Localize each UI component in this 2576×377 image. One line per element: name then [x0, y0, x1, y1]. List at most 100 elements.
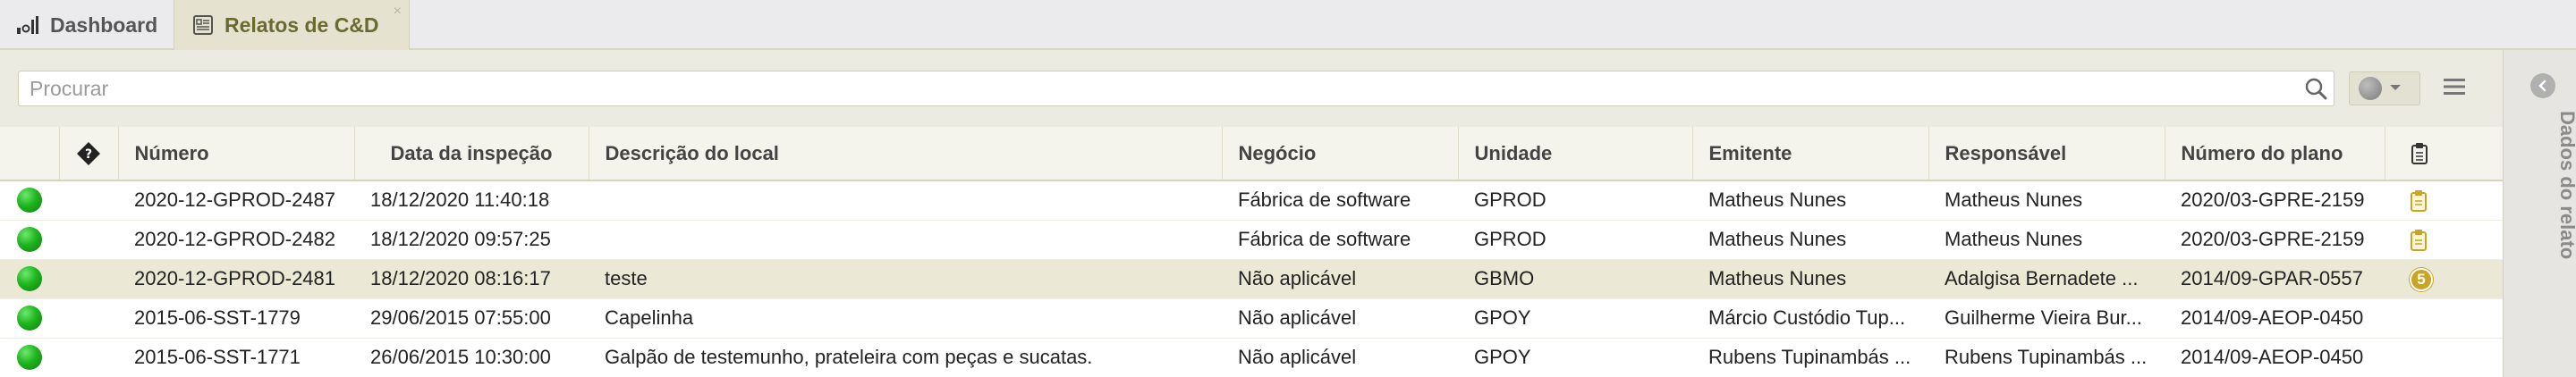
plan-cell[interactable] — [2385, 180, 2503, 221]
cell-data: 29/06/2015 07:55:00 — [354, 298, 589, 339]
report-icon — [192, 14, 214, 36]
status-cell — [0, 338, 59, 377]
status-cell — [0, 180, 59, 221]
cell-numero: 2020-12-GPROD-2482 — [118, 220, 354, 260]
cell-negocio: Fábrica de software — [1222, 220, 1458, 260]
priority-cell — [59, 298, 118, 339]
cell-emitente: Matheus Nunes — [1692, 180, 1928, 221]
svg-text:?: ? — [85, 147, 92, 162]
cell-negocio: Não aplicável — [1222, 298, 1458, 339]
cell-responsavel: Guilherme Vieira Bur... — [1928, 298, 2165, 339]
cell-data: 18/12/2020 11:40:18 — [354, 180, 589, 221]
column-header-numero[interactable]: Número — [118, 127, 355, 181]
tab-dashboard[interactable]: Dashboard — [16, 0, 157, 50]
status-green-icon — [17, 227, 42, 253]
cell-descricao: Galpão de testemunho, prateleira com peç… — [589, 338, 1222, 377]
column-header-plano[interactable]: Número do plano — [2165, 127, 2385, 181]
cell-unidade: GPROD — [1458, 180, 1692, 221]
priority-diamond-icon: ? — [76, 140, 101, 165]
column-header-responsavel[interactable]: Responsável — [1928, 127, 2165, 181]
search-input[interactable] — [19, 71, 2298, 105]
cell-plano: 2020/03-GPRE-2159 — [2165, 220, 2385, 260]
status-cell — [0, 298, 59, 339]
cell-responsavel: Adalgisa Bernadete ... — [1928, 259, 2165, 299]
cell-negocio: Não aplicável — [1222, 259, 1458, 299]
side-panel-label: Dados do relato — [2556, 111, 2576, 260]
column-header-unidade[interactable]: Unidade — [1458, 127, 1693, 181]
cell-plano: 2014/09-GPAR-0557 — [2165, 259, 2385, 299]
table-body: 2020-12-GPROD-2487 18/12/2020 11:40:18 Fáb… — [0, 180, 2503, 377]
plan-cell[interactable] — [2385, 338, 2503, 377]
status-green-icon — [17, 306, 42, 331]
column-header-plans[interactable] — [2385, 127, 2503, 181]
reports-grid: ? Número Data da inspeção Descrição do l… — [0, 127, 2503, 377]
cell-responsavel: Matheus Nunes — [1928, 180, 2165, 221]
hamburger-icon — [2442, 76, 2467, 102]
chevron-left-icon[interactable] — [2530, 73, 2555, 98]
clipboard-icon[interactable] — [2410, 188, 2428, 212]
cell-descricao: Capelinha — [589, 298, 1222, 339]
cell-descricao — [589, 180, 1222, 221]
cell-negocio: Não aplicável — [1222, 338, 1458, 377]
column-header-descricao[interactable]: Descrição do local — [589, 127, 1223, 181]
status-green-icon — [17, 266, 42, 292]
cell-data: 18/12/2020 09:57:25 — [354, 220, 589, 260]
table-row[interactable]: 2020-12-GPROD-2482 18/12/2020 09:57:25 Fáb… — [0, 220, 2503, 260]
details-side-panel[interactable]: Dados do relato — [2503, 50, 2576, 377]
clipboard-icon[interactable] — [2410, 227, 2428, 251]
cell-emitente: Matheus Nunes — [1692, 220, 1928, 260]
cell-emitente: Márcio Custódio Tup... — [1692, 298, 1928, 339]
column-header-negocio[interactable]: Negócio — [1222, 127, 1459, 181]
priority-cell — [59, 259, 118, 299]
tab-bar: Dashboard Relatos de C&D × — [0, 0, 2576, 50]
cell-emitente: Rubens Tupinambás ... — [1692, 338, 1928, 377]
tab-relatos-label: Relatos de C&D — [225, 13, 379, 37]
plan-count-badge[interactable]: 5 — [2410, 268, 2433, 291]
tab-dashboard-label: Dashboard — [50, 13, 158, 37]
plan-cell[interactable]: 5 — [2385, 259, 2503, 299]
cell-responsavel: Rubens Tupinambás ... — [1928, 338, 2165, 377]
column-header-data[interactable]: Data da inspeção — [354, 127, 589, 181]
column-header-priority[interactable]: ? — [59, 127, 119, 181]
columns-menu-button[interactable] — [2435, 71, 2474, 105]
cell-descricao — [589, 220, 1222, 260]
table-row[interactable]: 2015-06-SST-1771 26/06/2015 10:30:00 Galpã… — [0, 338, 2503, 377]
priority-cell — [59, 338, 118, 377]
column-header-emitente[interactable]: Emitente — [1692, 127, 1929, 181]
main-panel: ? Número Data da inspeção Descrição do l… — [0, 50, 2503, 377]
cell-unidade: GPROD — [1458, 220, 1692, 260]
table-row[interactable]: 2020-12-GPROD-2481 18/12/2020 08:16:17 tes… — [0, 259, 2503, 299]
cell-unidade: GBMO — [1458, 259, 1692, 299]
cell-numero: 2020-12-GPROD-2481 — [118, 259, 354, 299]
cell-plano: 2014/09-AEOP-0450 — [2165, 338, 2385, 377]
tab-relatos[interactable]: Relatos de C&D × — [174, 0, 410, 50]
cell-unidade: GPOY — [1458, 298, 1692, 339]
priority-cell — [59, 180, 118, 221]
chevron-down-icon — [2389, 80, 2402, 96]
status-green-icon — [17, 188, 42, 214]
status-cell — [0, 220, 59, 260]
column-header-status[interactable] — [0, 127, 60, 181]
cell-negocio: Fábrica de software — [1222, 180, 1458, 221]
table-row[interactable]: 2015-06-SST-1779 29/06/2015 07:55:00 Capel… — [0, 298, 2503, 339]
table-row[interactable]: 2020-12-GPROD-2487 18/12/2020 11:40:18 Fáb… — [0, 180, 2503, 221]
clipboard-header-icon — [2411, 141, 2428, 165]
cell-numero: 2015-06-SST-1771 — [118, 338, 354, 377]
status-filter-dropdown[interactable] — [2349, 71, 2420, 105]
cell-emitente: Matheus Nunes — [1692, 259, 1928, 299]
cell-data: 26/06/2015 10:30:00 — [354, 338, 589, 377]
status-gray-icon — [2359, 77, 2382, 100]
bar-chart-icon — [16, 15, 39, 35]
plan-cell[interactable] — [2385, 220, 2503, 260]
cell-plano: 2020/03-GPRE-2159 — [2165, 180, 2385, 221]
cell-unidade: GPOY — [1458, 338, 1692, 377]
reports-table: ? Número Data da inspeção Descrição do l… — [0, 127, 2503, 377]
status-cell — [0, 259, 59, 299]
plan-cell[interactable] — [2385, 298, 2503, 339]
cell-numero: 2015-06-SST-1779 — [118, 298, 354, 339]
cell-numero: 2020-12-GPROD-2487 — [118, 180, 354, 221]
table-header-row: ? Número Data da inspeção Descrição do l… — [0, 127, 2503, 181]
close-icon[interactable]: × — [394, 4, 402, 20]
cell-responsavel: Matheus Nunes — [1928, 220, 2165, 260]
search-icon[interactable] — [2298, 77, 2334, 100]
